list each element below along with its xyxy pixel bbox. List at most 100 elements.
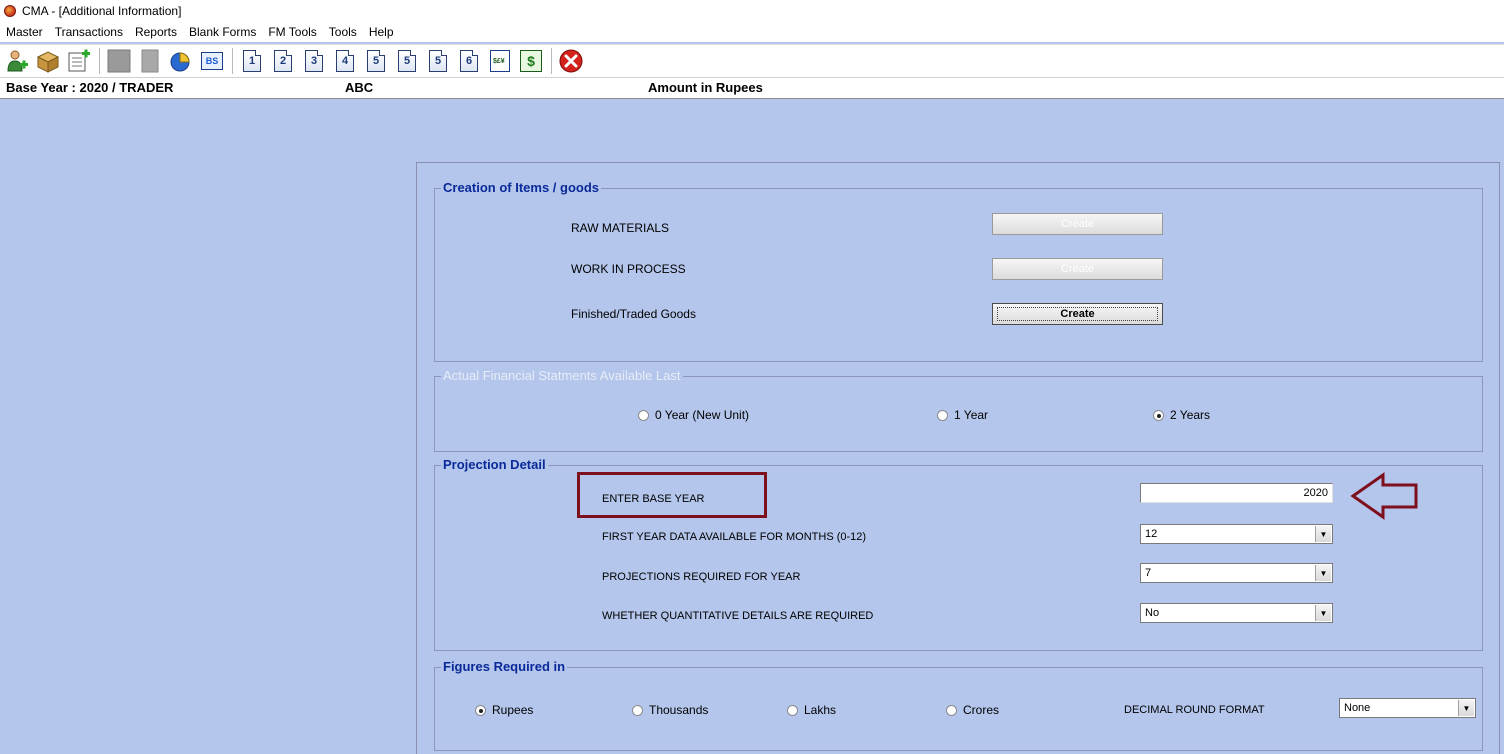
- window-title: CMA - [Additional Information]: [22, 4, 182, 18]
- radio-lakhs-dot[interactable]: [787, 704, 798, 716]
- page-5c-icon: 5: [429, 50, 447, 72]
- menu-transactions[interactable]: Transactions: [49, 25, 129, 39]
- raw-materials-label: RAW MATERIALS: [571, 221, 670, 235]
- radio-lakhs[interactable]: Lakhs: [787, 703, 836, 717]
- radio-1-year-dot[interactable]: [937, 409, 948, 421]
- pie-chart-icon: [170, 52, 190, 72]
- radio-1-year[interactable]: 1 Year: [937, 408, 988, 422]
- months-select[interactable]: 12 ▼: [1140, 524, 1333, 544]
- menu-fm-tools[interactable]: FM Tools: [262, 25, 322, 39]
- projection-years-label: PROJECTIONS REQUIRED FOR YEAR: [602, 571, 801, 583]
- radio-lakhs-label: Lakhs: [804, 703, 837, 717]
- page-6-icon: 6: [460, 50, 478, 72]
- report-2-button[interactable]: 2: [270, 48, 296, 74]
- add-sheet-button[interactable]: [66, 48, 92, 74]
- quantitative-details-label: WHETHER QUANTITATIVE DETAILS ARE REQUIRE…: [602, 610, 874, 622]
- close-button[interactable]: [558, 48, 584, 74]
- raw-materials-create-button[interactable]: Create: [992, 213, 1163, 235]
- decimal-round-value: None: [1344, 702, 1371, 714]
- months-value: 12: [1145, 528, 1158, 540]
- projection-years-dropdown-arrow-icon[interactable]: ▼: [1315, 565, 1331, 581]
- balance-sheet-button[interactable]: BS: [199, 48, 225, 74]
- months-dropdown-arrow-icon[interactable]: ▼: [1315, 526, 1331, 542]
- months-label: FIRST YEAR DATA AVAILABLE FOR MONTHS (0-…: [602, 531, 867, 543]
- menu-help[interactable]: Help: [363, 25, 400, 39]
- toolbar-separator: [232, 48, 233, 74]
- report-1-button[interactable]: 1: [239, 48, 265, 74]
- radio-0-year[interactable]: 0 Year (New Unit): [638, 408, 749, 422]
- report-3-button[interactable]: 3: [301, 48, 327, 74]
- decimal-round-label: DECIMAL ROUND FORMAT: [1124, 704, 1265, 716]
- projection-years-value: 7: [1145, 567, 1152, 579]
- radio-2-years-dot[interactable]: [1153, 409, 1164, 421]
- info-bar: Base Year : 2020 / TRADER ABC Amount in …: [0, 77, 1504, 99]
- radio-crores[interactable]: Crores: [946, 703, 999, 717]
- quantitative-details-dropdown-arrow-icon[interactable]: ▼: [1315, 605, 1331, 621]
- report-5a-button[interactable]: 5: [363, 48, 389, 74]
- highlight-annotation-box: [577, 472, 767, 518]
- close-icon: [559, 49, 583, 73]
- radio-crores-label: Crores: [963, 703, 1000, 717]
- company-name: ABC: [345, 80, 374, 95]
- radio-thousands[interactable]: Thousands: [632, 703, 708, 717]
- decimal-round-select[interactable]: None ▼: [1339, 698, 1476, 718]
- dollar-button[interactable]: $: [518, 48, 544, 74]
- dollar-icon: $: [520, 50, 542, 72]
- work-in-process-label: WORK IN PROCESS: [571, 262, 686, 276]
- chart-button[interactable]: [168, 48, 194, 74]
- decimal-round-dropdown-arrow-icon[interactable]: ▼: [1458, 700, 1474, 716]
- add-user-icon: [7, 50, 28, 72]
- report-5b-button[interactable]: 5: [394, 48, 420, 74]
- toolbar-separator: [99, 48, 100, 74]
- radio-0-year-label: 0 Year (New Unit): [655, 408, 750, 422]
- finished-goods-create-button[interactable]: Create: [992, 303, 1163, 325]
- radio-thousands-label: Thousands: [649, 703, 709, 717]
- radio-rupees[interactable]: Rupees: [475, 703, 533, 717]
- disabled-tool-button-2[interactable]: [137, 48, 163, 74]
- page-2-icon: 2: [274, 50, 292, 72]
- package-icon: [36, 51, 60, 73]
- report-6-button[interactable]: 6: [456, 48, 482, 74]
- page-4-icon: 4: [336, 50, 354, 72]
- disabled-tool-button-1[interactable]: [106, 48, 132, 74]
- currency-button[interactable]: $£¥: [487, 48, 513, 74]
- package-button[interactable]: [35, 48, 61, 74]
- menu-blank-forms[interactable]: Blank Forms: [183, 25, 262, 39]
- menu-bar: Master Transactions Reports Blank Forms …: [0, 22, 1504, 42]
- left-arrow-annotation-icon: [1350, 472, 1418, 520]
- menu-reports[interactable]: Reports: [129, 25, 183, 39]
- quantitative-details-value: No: [1145, 607, 1160, 619]
- menu-tools[interactable]: Tools: [323, 25, 363, 39]
- radio-0-year-dot[interactable]: [638, 409, 649, 421]
- toolbar: BS 1 2 3 4 5 5 5 6 $£¥ $: [0, 44, 1504, 77]
- finished-goods-label: Finished/Traded Goods: [571, 307, 696, 321]
- base-year-info: Base Year : 2020 / TRADER: [6, 80, 174, 95]
- add-user-button[interactable]: [4, 48, 30, 74]
- menu-master[interactable]: Master: [0, 25, 49, 39]
- radio-rupees-dot[interactable]: [475, 704, 486, 716]
- report-4-button[interactable]: 4: [332, 48, 358, 74]
- radio-1-year-label: 1 Year: [954, 408, 989, 422]
- dollar-glyph: $: [527, 53, 535, 69]
- radio-crores-dot[interactable]: [946, 704, 957, 716]
- toolbar-separator: [551, 48, 552, 74]
- items-group-title: Creation of Items / goods: [441, 180, 602, 195]
- quantitative-details-select[interactable]: No ▼: [1140, 603, 1333, 623]
- title-bar: CMA - [Additional Information]: [0, 0, 1504, 22]
- balance-sheet-glyph: BS: [205, 56, 219, 66]
- projection-years-select[interactable]: 7 ▼: [1140, 563, 1333, 583]
- financial-statements-group-title: Actual Financial Statments Available Las…: [441, 368, 683, 383]
- work-in-process-create-button[interactable]: Create: [992, 258, 1163, 280]
- page-3-icon: 3: [305, 50, 323, 72]
- page-5a-icon: 5: [367, 50, 385, 72]
- base-year-input[interactable]: 2020: [1140, 483, 1333, 503]
- radio-thousands-dot[interactable]: [632, 704, 643, 716]
- page-1-icon: 1: [243, 50, 261, 72]
- report-5c-button[interactable]: 5: [425, 48, 451, 74]
- radio-2-years[interactable]: 2 Years: [1153, 408, 1210, 422]
- projection-detail-group-title: Projection Detail: [441, 457, 548, 472]
- balance-sheet-icon: BS: [201, 52, 223, 70]
- currency-icon: $£¥: [490, 50, 510, 72]
- radio-2-years-label: 2 Years: [1170, 408, 1211, 422]
- amount-unit: Amount in Rupees: [648, 80, 763, 95]
